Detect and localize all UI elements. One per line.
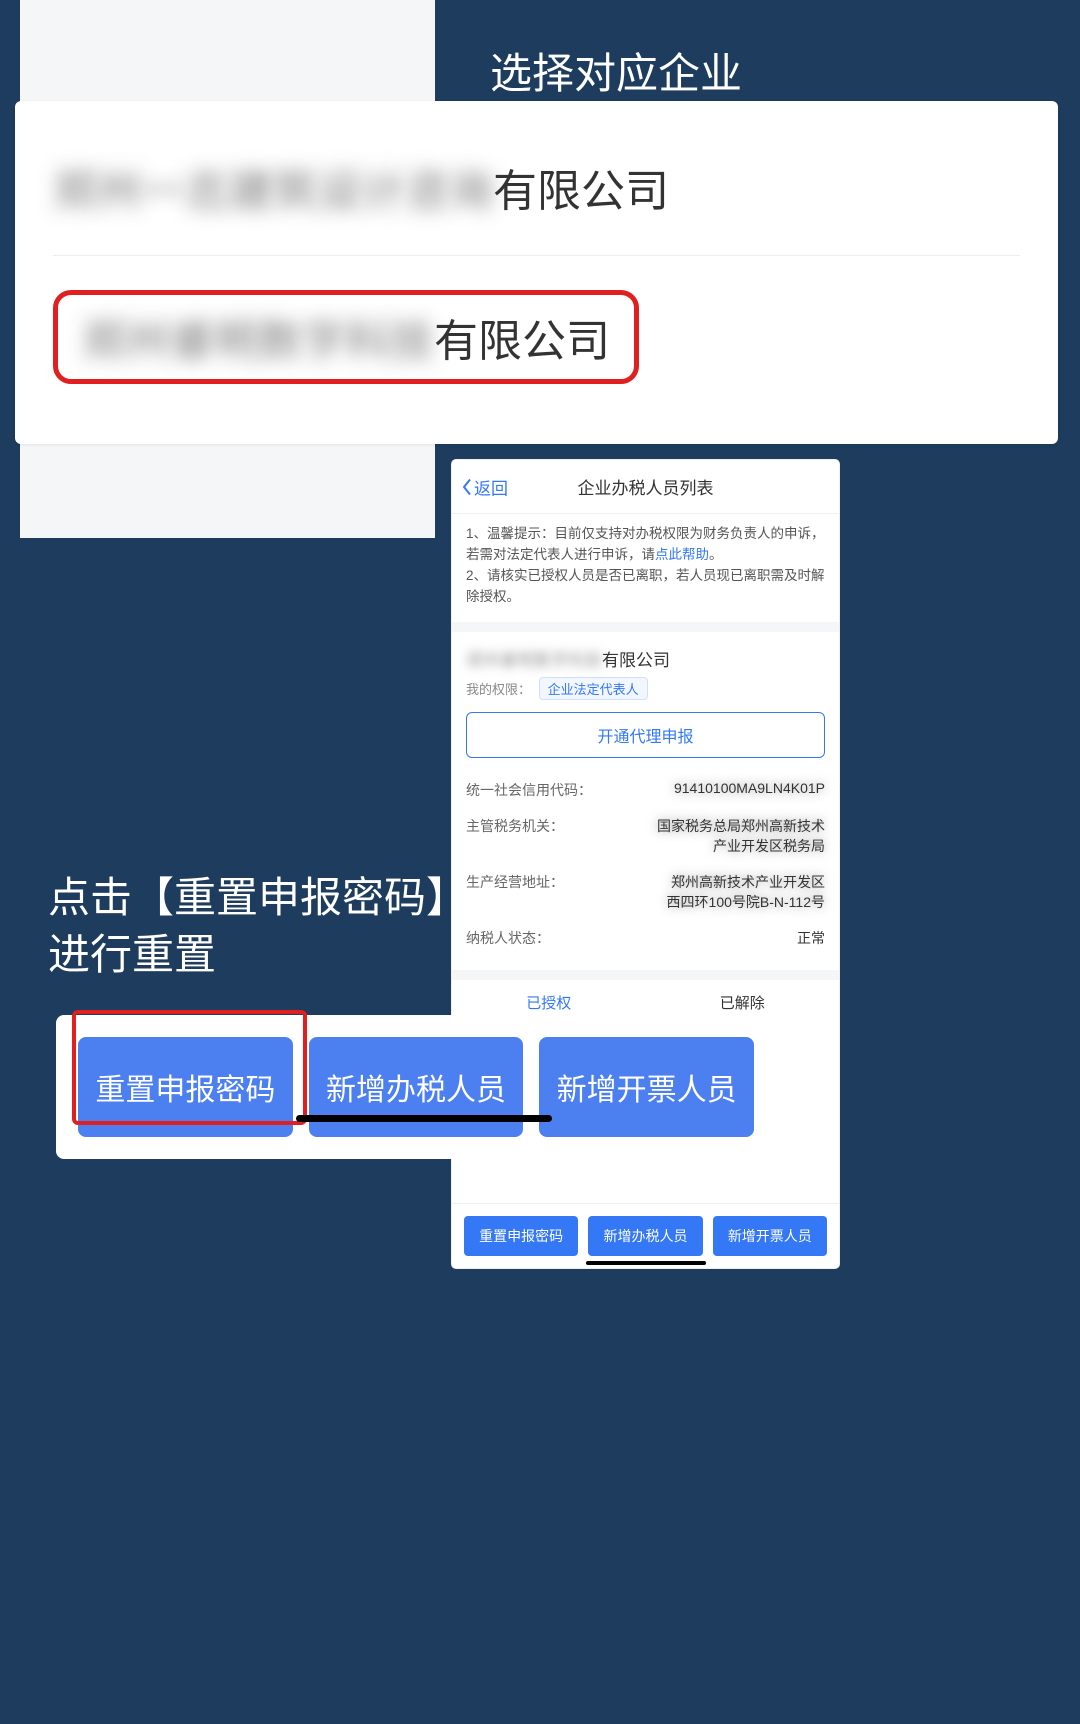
annotation-select-company: 选择对应企业 [490,40,742,101]
credit-code-value-blurred: 91410100MA9LN4K01P [674,780,825,800]
home-indicator-big-icon [296,1115,552,1122]
permission-tag: 企业法定代表人 [539,677,648,700]
company-list-item-2[interactable]: 郑州睿明数字科技有限公司 [53,266,1020,408]
company-detail-block: 郑州睿明数字科技有限公司 我的权限： 企业法定代表人 开通代理申报 统一社会信用… [452,632,839,980]
company-2-suffix: 有限公司 [434,317,610,366]
chevron-left-icon [462,478,472,495]
phone-add-tax-person-button[interactable]: 新增办税人员 [588,1216,702,1256]
company-name-blurred: 郑州睿明数字科技 [466,651,602,670]
notice-block: 1、温馨提示：目前仅支持对办税权限为财务负责人的申诉，若需对法定代表人进行申诉，… [452,514,839,632]
address-value-blurred: 郑州高新技术产业开发区西四环100号院B-N-112号 [667,872,825,912]
tax-authority-label: 主管税务机关： [466,816,564,856]
permission-label: 我的权限： [466,682,531,697]
phone-title: 企业办税人员列表 [578,474,714,499]
company-1-suffix: 有限公司 [493,167,669,216]
status-label: 纳税人状态： [466,928,550,948]
phone-add-invoice-person-button[interactable]: 新增开票人员 [713,1216,827,1256]
address-label: 生产经营地址： [466,872,564,912]
notice-line2: 2、请核实已授权人员是否已离职，若人员现已离职需及时解除授权。 [466,568,825,604]
big-add-tax-person-button[interactable]: 新增办税人员 [309,1037,524,1137]
status-row: 纳税人状态： 正常 [466,920,825,956]
big-reset-password-button[interactable]: 重置申报密码 [78,1037,293,1137]
notice-line1-suffix: 。 [709,547,723,562]
company-1-blurred-prefix: 郑州一志建筑设计咨询 [53,167,493,216]
company-2-highlight-box: 郑州睿明数字科技有限公司 [53,290,639,384]
annotation-reset-password: 点击【重置申报密码】 进行重置 [48,870,468,983]
back-label: 返回 [474,474,508,499]
home-indicator-icon [586,1261,706,1265]
open-proxy-button[interactable]: 开通代理申报 [466,712,825,758]
permission-row: 我的权限： 企业法定代表人 [466,677,825,700]
enlarged-buttons-card: 重置申报密码 新增办税人员 新增开票人员 [56,1015,776,1159]
status-value: 正常 [797,928,825,948]
address-row: 生产经营地址： 郑州高新技术产业开发区西四环100号院B-N-112号 [466,864,825,920]
notice-help-link[interactable]: 点此帮助 [655,547,709,562]
annotation-mid-line2: 进行重置 [48,927,468,984]
tax-authority-value-blurred: 国家税务总局郑州高新技术产业开发区税务局 [657,816,825,856]
company-2-blurred-prefix: 郑州睿明数字科技 [82,317,434,366]
notice-line1-prefix: 1、温馨提示：目前仅支持对办税权限为财务负责人的申诉，若需对法定代表人进行申诉，… [466,526,825,562]
company-name-row: 郑州睿明数字科技有限公司 [466,646,825,671]
annotation-mid-line1: 点击【重置申报密码】 [48,870,468,927]
credit-code-row: 统一社会信用代码： 91410100MA9LN4K01P [466,772,825,808]
back-button[interactable]: 返回 [462,474,508,499]
big-add-invoice-person-button[interactable]: 新增开票人员 [539,1037,754,1137]
credit-code-label: 统一社会信用代码： [466,780,592,800]
company-name-suffix: 有限公司 [602,651,670,670]
company-list-item-1[interactable]: 郑州一志建筑设计咨询有限公司 [53,131,1020,256]
phone-bottom-bar: 重置申报密码 新增办税人员 新增开票人员 [452,1203,839,1268]
tax-authority-row: 主管税务机关： 国家税务总局郑州高新技术产业开发区税务局 [466,808,825,864]
phone-header: 返回 企业办税人员列表 [452,460,839,514]
company-selection-card: 郑州一志建筑设计咨询有限公司 郑州睿明数字科技有限公司 [15,101,1058,444]
phone-reset-password-button[interactable]: 重置申报密码 [464,1216,578,1256]
